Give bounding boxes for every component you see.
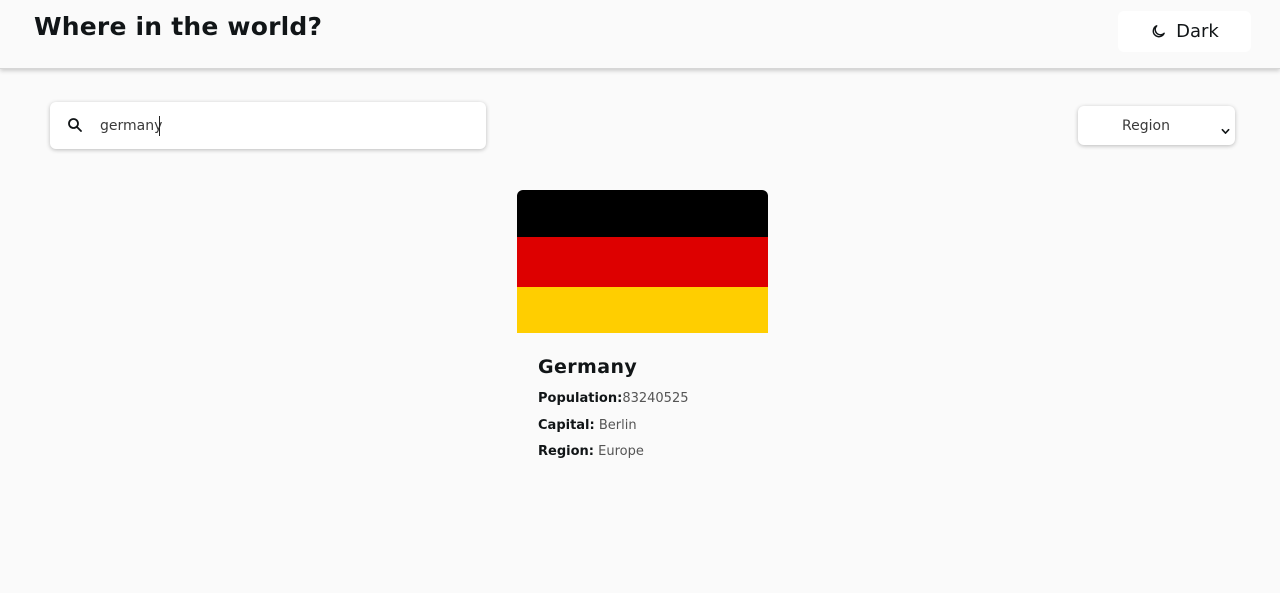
moon-icon [1150,23,1167,40]
dark-mode-toggle-label: Dark [1176,21,1219,42]
capital-row: Capital: Berlin [538,418,637,433]
country-flag [517,190,768,333]
population-row: Population:83240525 [538,391,688,406]
flag-stripe-gold [517,287,768,333]
dark-mode-toggle-button[interactable]: Dark [1118,11,1251,52]
search-input[interactable] [100,114,470,138]
region-filter-select[interactable]: Region [1078,106,1235,145]
search-icon [67,117,83,133]
capital-value: Berlin [598,418,637,433]
app-header: Where in the world? Dark [0,0,1280,69]
population-label: Population: [538,391,623,406]
chevron-down-icon [1221,121,1230,134]
region-filter-label: Region [1122,117,1170,134]
flag-stripe-black [517,190,768,237]
region-label: Region: [538,444,594,459]
app-title: Where in the world? [34,12,323,41]
flag-stripe-red [517,237,768,287]
country-name: Germany [538,356,638,378]
population-value: 83240525 [622,391,689,406]
country-card[interactable]: Germany Population:83240525 Capital: Ber… [517,190,768,480]
text-cursor [159,116,160,136]
region-value: Europe [598,444,644,459]
region-row: Region: Europe [538,444,644,459]
capital-label: Capital: [538,418,595,433]
